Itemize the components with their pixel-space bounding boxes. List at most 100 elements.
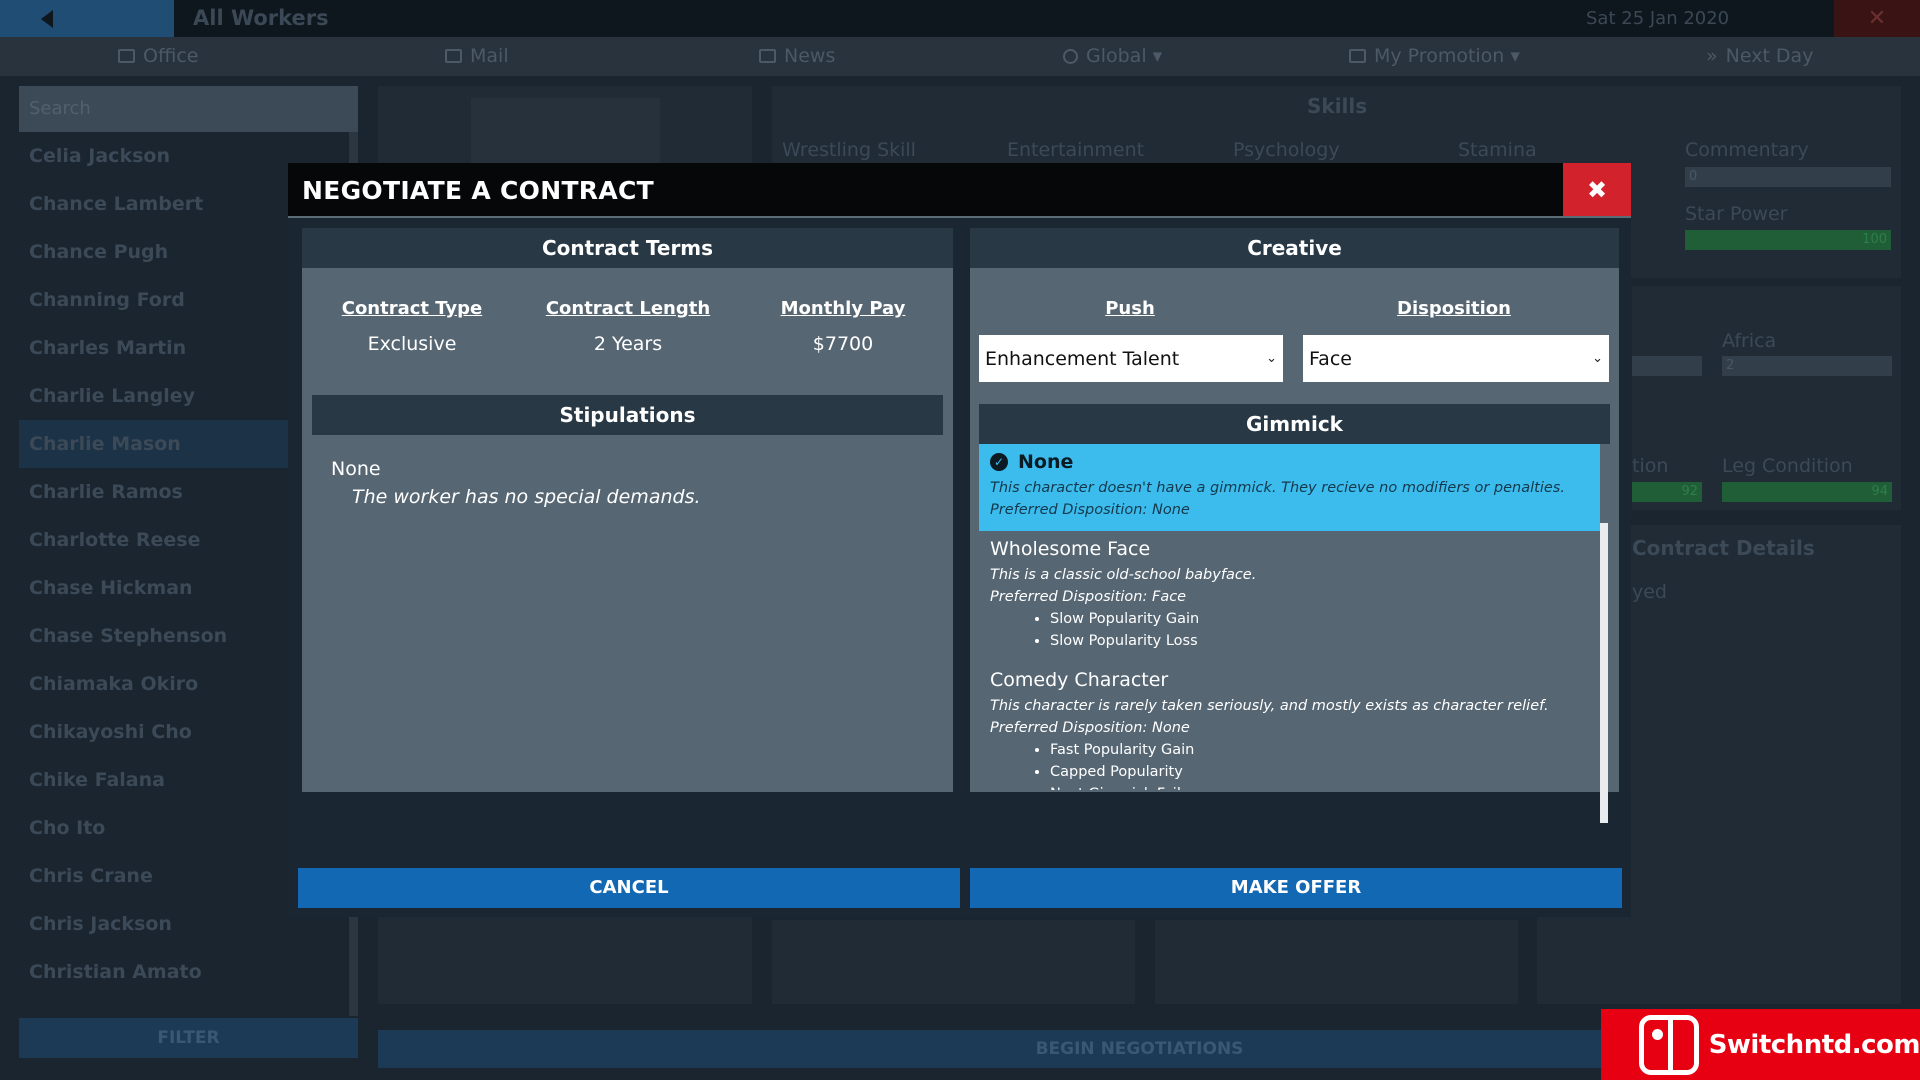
- gimmick-preferred-disposition: Preferred Disposition: None: [990, 502, 1190, 518]
- top-bar: All Workers Sat 25 Jan 2020 ✕: [0, 0, 1920, 37]
- monthly-pay-label: Monthly Pay: [780, 298, 906, 319]
- bg-panel-bottom-a: [772, 920, 1135, 1004]
- nav-global-label: Global ▾: [1086, 45, 1163, 67]
- leg-condition-label: Leg Condition: [1722, 455, 1853, 477]
- gimmick-option[interactable]: ✓ None This character doesn't have a gimmi…: [979, 444, 1600, 531]
- gimmick-title: None: [1018, 451, 1074, 473]
- contract-type-label: Contract Type: [341, 298, 483, 319]
- gimmick-preferred-disposition: Preferred Disposition: None: [990, 720, 1190, 736]
- nav-mail-label: Mail: [470, 45, 509, 67]
- gimmick-heading: Gimmick: [979, 404, 1610, 444]
- current-date: Sat 25 Jan 2020: [1586, 8, 1730, 29]
- filter-button[interactable]: FILTER: [19, 1018, 358, 1058]
- make-offer-button[interactable]: MAKE OFFER: [970, 868, 1622, 908]
- gimmick-title: Comedy Character: [990, 669, 1169, 691]
- gimmick-option[interactable]: Wholesome Face This is a classic old-scho…: [979, 531, 1600, 662]
- watermark: Switchntd.com: [1601, 1009, 1920, 1080]
- skill-label-psychology: Psychology: [1233, 139, 1340, 161]
- condition-bar: 92: [1632, 482, 1702, 502]
- condition-label: tion: [1632, 455, 1669, 477]
- gimmick-modifier: Slow Popularity Gain: [1050, 608, 1589, 630]
- gimmick-description-text: This is a classic old-school babyface.: [990, 567, 1257, 583]
- modal-close-button[interactable]: ✖: [1563, 163, 1631, 216]
- chevron-down-icon: ⌄: [1592, 351, 1603, 366]
- monthly-pay-value: $7700: [812, 333, 874, 355]
- contract-terms-heading: Contract Terms: [302, 228, 953, 268]
- worker-list-item[interactable]: Christian Amato: [19, 948, 349, 996]
- nav-my-promotion-label: My Promotion ▾: [1374, 45, 1520, 67]
- contract-details-heading: Contract Details: [1632, 536, 1815, 560]
- region-label: Africa: [1722, 330, 1777, 352]
- gimmick-description-text: This character is rarely taken seriously…: [990, 698, 1549, 714]
- header-divider: [288, 216, 1631, 218]
- modal-header: NEGOTIATE A CONTRACT ✖: [288, 163, 1631, 216]
- region-bar-partial: [1632, 356, 1702, 376]
- gimmick-modifier: Fast Popularity Gain: [1050, 739, 1589, 761]
- close-icon: ✖: [1586, 175, 1608, 204]
- skill-label-commentary: Commentary: [1685, 139, 1809, 161]
- watermark-text: Switchntd.com: [1708, 1029, 1920, 1060]
- gimmick-title: Wholesome Face: [990, 538, 1151, 560]
- nav-next-day[interactable]: » Next Day: [1706, 45, 1813, 67]
- gimmick-description-text: This character doesn't have a gimmick. T…: [990, 480, 1565, 496]
- skill-label-star-power: Star Power: [1685, 203, 1788, 225]
- contract-length-field: Contract Length 2 Years: [528, 298, 728, 355]
- nav-my-promotion[interactable]: My Promotion ▾: [1349, 45, 1520, 67]
- skill-label-entertainment: Entertainment: [1007, 139, 1145, 161]
- gimmick-description: This character doesn't have a gimmick. T…: [990, 477, 1589, 521]
- contract-type-value: Exclusive: [367, 333, 457, 355]
- chevron-down-icon: ⌄: [1266, 351, 1277, 366]
- gimmick-list-scrollbar[interactable]: [1600, 523, 1608, 823]
- skill-label-wrestling: Wrestling Skill: [782, 139, 916, 161]
- push-select[interactable]: Enhancement Talent ⌄: [979, 335, 1283, 382]
- cancel-button[interactable]: CANCEL: [298, 868, 960, 908]
- stipulations-heading: Stipulations: [312, 395, 943, 435]
- contract-length-value: 2 Years: [593, 333, 663, 355]
- gimmick-description: This is a classic old-school babyface. Pr…: [990, 564, 1589, 608]
- gimmick-option[interactable]: Comedy Character This character is rarely…: [979, 662, 1600, 790]
- switch-logo-icon: [1639, 1014, 1699, 1075]
- check-circle-icon: ✓: [990, 453, 1008, 471]
- gimmick-modifiers: Fast Popularity GainCapped PopularityNex…: [1050, 739, 1589, 790]
- contract-type-field: Contract Type Exclusive: [312, 298, 512, 355]
- page-title: All Workers: [193, 6, 329, 30]
- negotiate-contract-modal: NEGOTIATE A CONTRACT ✖ Contract Terms Co…: [288, 163, 1631, 917]
- disposition-select-value: Face: [1309, 347, 1352, 370]
- gimmick-title-row: Comedy Character: [990, 669, 1589, 691]
- nav-office[interactable]: Office: [118, 45, 198, 67]
- gimmick-description: This character is rarely taken seriously…: [990, 695, 1589, 739]
- modal-title: NEGOTIATE A CONTRACT: [302, 176, 654, 205]
- skills-heading: Skills: [1307, 94, 1368, 118]
- back-button[interactable]: [0, 0, 174, 37]
- nav-news[interactable]: News: [759, 45, 835, 67]
- gimmick-modifier: Next Gimmick Failure: [1050, 783, 1589, 790]
- close-app-button[interactable]: ✕: [1834, 0, 1920, 37]
- creative-heading: Creative: [970, 228, 1619, 268]
- contract-length-label: Contract Length: [545, 298, 711, 319]
- briefcase-icon: [118, 49, 135, 63]
- stipulation-description: The worker has no special demands.: [352, 486, 701, 508]
- leg-condition-bar: 94: [1722, 482, 1892, 502]
- monthly-pay-field: Monthly Pay $7700: [743, 298, 943, 355]
- gimmick-preferred-disposition: Preferred Disposition: Face: [990, 589, 1187, 605]
- star-power-bar: 100: [1685, 230, 1891, 250]
- gimmick-modifiers: Slow Popularity GainSlow Popularity Loss: [1050, 608, 1589, 652]
- gimmick-title-row: Wholesome Face: [990, 538, 1589, 560]
- search-input[interactable]: Search: [19, 86, 358, 132]
- nav-global[interactable]: Global ▾: [1063, 45, 1162, 67]
- gimmick-title-row: ✓ None: [990, 451, 1589, 473]
- nav-next-day-label: Next Day: [1725, 45, 1814, 67]
- commentary-bar: 0: [1685, 167, 1891, 187]
- gimmick-list: ✓ None This character doesn't have a gimmi…: [979, 444, 1600, 790]
- double-chevron-icon: »: [1706, 45, 1718, 67]
- region-bar: 2: [1722, 356, 1892, 376]
- nav-mail[interactable]: Mail: [445, 45, 509, 67]
- creative-panel: Creative Push Disposition Enhancement Ta…: [970, 228, 1619, 823]
- push-select-value: Enhancement Talent: [985, 347, 1180, 370]
- disposition-select[interactable]: Face ⌄: [1303, 335, 1609, 382]
- contract-terms-panel: Contract Terms Contract Type Exclusive C…: [302, 228, 953, 792]
- bg-panel-bottom-b: [1155, 920, 1518, 1004]
- gimmick-modifier: Capped Popularity: [1050, 761, 1589, 783]
- push-label: Push: [1105, 298, 1155, 319]
- back-arrow-icon: [41, 9, 53, 28]
